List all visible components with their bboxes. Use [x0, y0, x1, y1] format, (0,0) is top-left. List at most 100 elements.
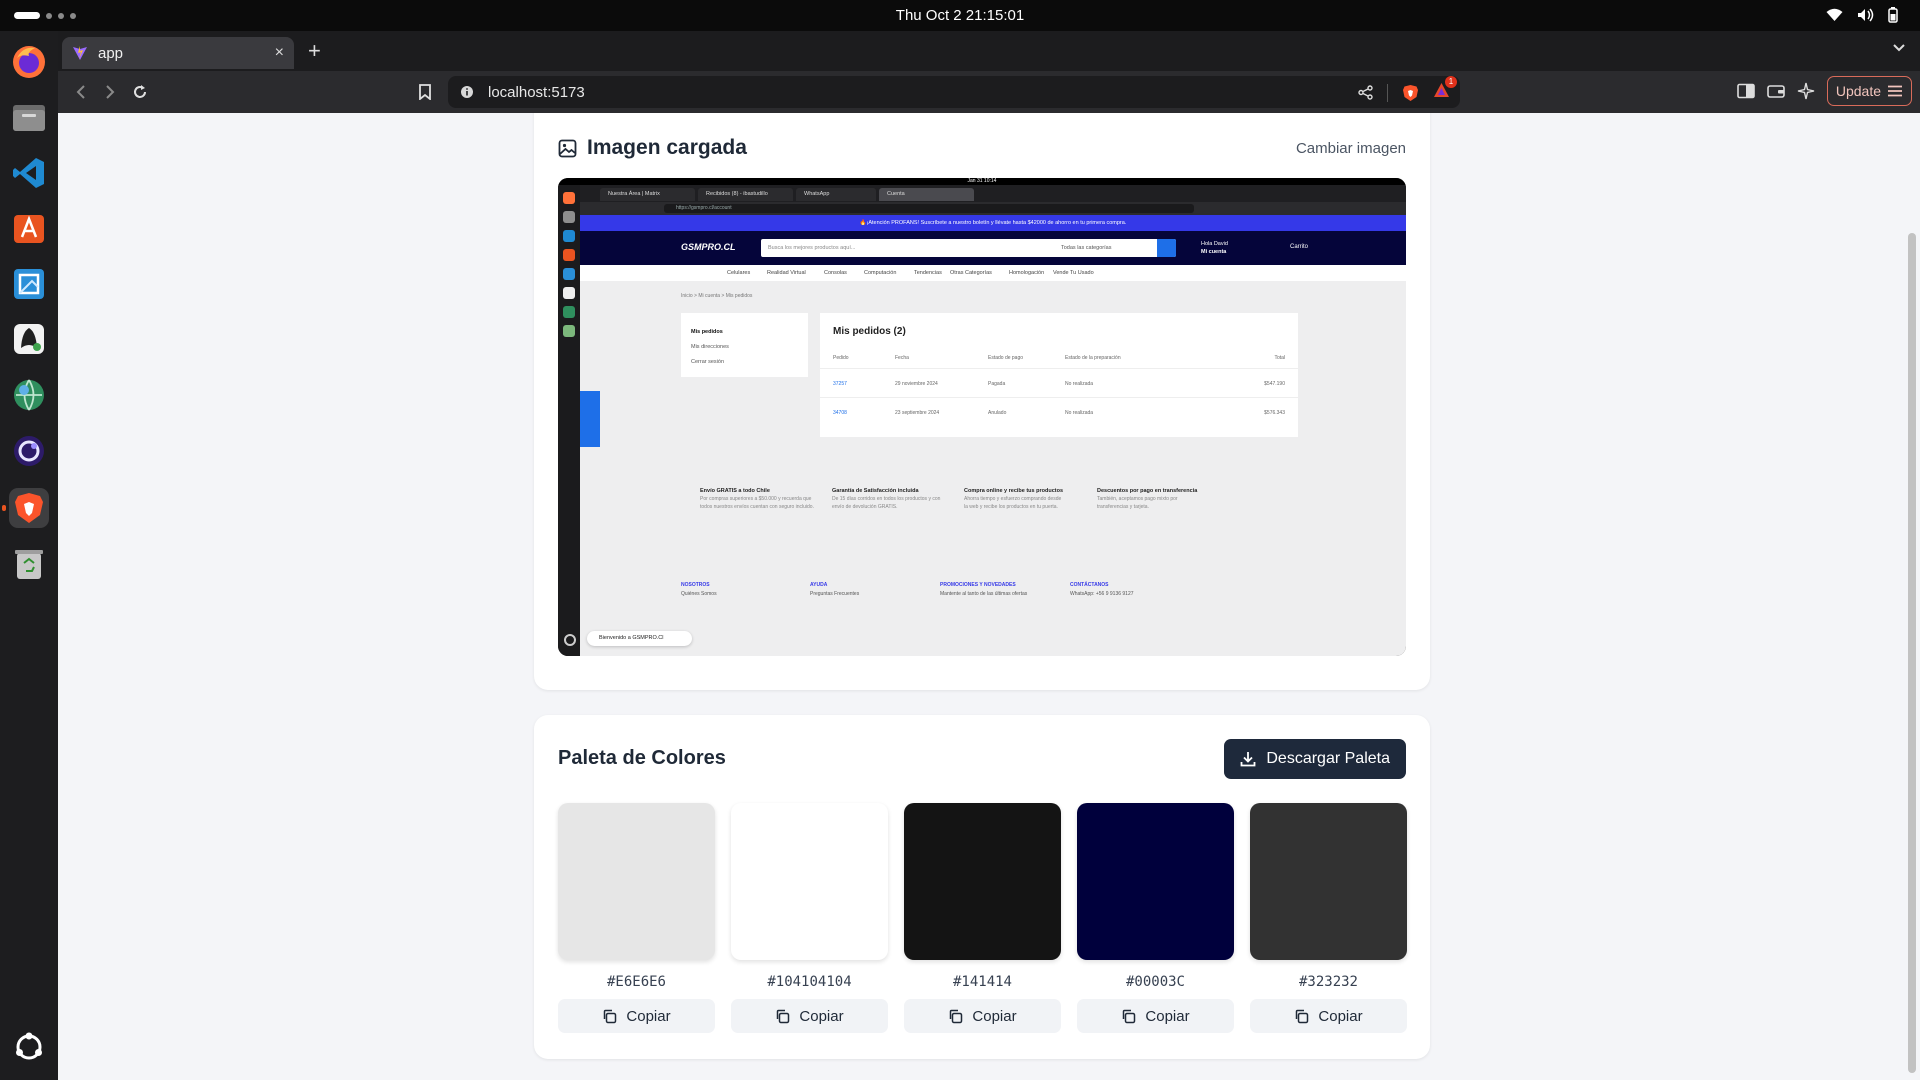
arrow-right-icon: [106, 85, 115, 99]
preview-clock: Jan 31 10:14: [967, 178, 997, 184]
copy-icon: [777, 1009, 790, 1023]
tab-strip: app × +: [58, 31, 1920, 71]
page-scrollbar[interactable]: [1908, 233, 1916, 1073]
hamburger-menu-icon: [1888, 85, 1902, 97]
arrow-left-icon: [76, 85, 85, 99]
preview-dock-app: [563, 325, 575, 337]
show-apps-icon[interactable]: [9, 1027, 49, 1067]
preview-tab: Nuestra Área | Matrix: [600, 188, 695, 201]
brave-shields-icon[interactable]: [1402, 84, 1419, 102]
palette-title: Paleta de Colores: [558, 747, 726, 769]
uploaded-image-header: Imagen cargada: [558, 136, 747, 160]
copy-color-button[interactable]: Copiar: [904, 999, 1061, 1033]
preview-footer-text: Quiénes Somos: [681, 591, 717, 597]
forward-button[interactable]: [99, 81, 121, 103]
color-swatch[interactable]: [731, 803, 888, 960]
preview-feature-title: Compra online y recibe tus productos: [964, 488, 1064, 494]
address-bar[interactable]: localhost:5173 1: [448, 76, 1460, 108]
preview-footer-col: PROMOCIONES Y NOVEDADES Mantente al tanto…: [940, 581, 1027, 599]
preview-dock-app: [563, 192, 575, 204]
leo-ai-icon[interactable]: [1797, 82, 1815, 100]
preview-col-header: Pedido: [833, 355, 849, 361]
system-clock[interactable]: Thu Oct 2 21:15:01: [0, 7, 1920, 24]
network-globe-icon[interactable]: [9, 375, 49, 415]
screenshot-tool-icon[interactable]: [9, 264, 49, 304]
preview-search-category: Todas las categorías: [1061, 245, 1112, 251]
swatch-column: #00003C Copiar: [1077, 803, 1234, 1033]
firefox-icon[interactable]: [9, 42, 49, 82]
preview-page-body: Inicio > Mi cuenta > Mis pedidos Mis ped…: [580, 281, 1406, 656]
preview-settings-icon: [564, 634, 576, 646]
preview-footer-col: CONTÁCTANOS WhatsApp: +56 9 9136 9127: [1070, 581, 1134, 599]
preview-order-cell: 34708: [833, 410, 847, 416]
files-icon[interactable]: [9, 97, 49, 137]
preview-dock-app: [563, 268, 575, 280]
swatch-column: #104104104 Copiar: [731, 803, 888, 1033]
color-swatch[interactable]: [1077, 803, 1234, 960]
wallet-icon[interactable]: [1767, 83, 1785, 99]
back-button[interactable]: [70, 81, 92, 103]
preview-order-cell: 29 noviembre 2024: [895, 381, 938, 387]
swatch-column: #141414 Copiar: [904, 803, 1061, 1033]
preview-cart: Carrito: [1290, 244, 1309, 250]
volume-icon: [1858, 8, 1874, 22]
preview-feature-title: Garantía de Satisfacción incluida: [832, 488, 919, 494]
preview-order-cell: 37257: [833, 381, 847, 387]
preview-feature-text: Ahorra tiempo y esfuerzo comprando desde…: [964, 496, 1062, 510]
preview-side-item: Mis direcciones: [691, 344, 729, 350]
preview-footer-title: AYUDA: [810, 582, 828, 588]
update-label: Update: [1835, 83, 1881, 99]
preview-menu-item: Computación: [864, 270, 897, 276]
preview-col-header: Fecha: [895, 355, 909, 361]
preview-feature-text: Por compras superiores a $50.000 y recue…: [700, 496, 814, 510]
swatch-column: #323232 Copiar: [1250, 803, 1407, 1033]
preview-breadcrumb: Inicio > Mi cuenta > Mis pedidos: [681, 293, 753, 299]
obs-studio-icon[interactable]: [9, 431, 49, 471]
copy-color-button[interactable]: Copiar: [731, 999, 888, 1033]
sidebar-toggle-icon[interactable]: [1737, 83, 1755, 99]
change-image-button[interactable]: Cambiar imagen: [1296, 140, 1406, 157]
preview-order-cell: No realizada: [1065, 410, 1094, 416]
color-swatch[interactable]: [558, 803, 715, 960]
brave-rewards-button[interactable]: 1: [1433, 76, 1457, 103]
chevron-down-icon[interactable]: [1892, 43, 1906, 53]
preview-search-button: [1157, 239, 1176, 257]
tab-app[interactable]: app ×: [62, 37, 294, 69]
separator: [1387, 83, 1388, 102]
preview-menu-item: Realidad Virtual: [767, 270, 806, 276]
divider: [820, 397, 1298, 398]
vscode-icon[interactable]: [9, 153, 49, 193]
software-center-icon[interactable]: [9, 208, 49, 248]
color-palette-card: Paleta de Colores Descargar Paleta #E6E6…: [534, 715, 1430, 1059]
preview-order-cell: Pagada: [988, 381, 1006, 387]
swatch-hex-label: #104104104: [767, 974, 852, 990]
color-swatch[interactable]: [1250, 803, 1407, 960]
system-tray[interactable]: [1826, 7, 1898, 23]
bookmark-button[interactable]: [414, 81, 436, 103]
preview-side-item: Mis pedidos: [691, 329, 723, 335]
copy-color-button[interactable]: Copiar: [1250, 999, 1407, 1033]
preview-dock-app: [563, 249, 575, 261]
preview-feature-text: De 15 días corridos en todos los product…: [832, 496, 941, 510]
preview-feature: Envío GRATIS a todo Chile Por compras sup…: [700, 487, 820, 511]
copy-color-button[interactable]: Copiar: [558, 999, 715, 1033]
reload-button[interactable]: [129, 81, 151, 103]
page-viewport[interactable]: Imagen cargada Cambiar imagen Jan 31 10:…: [58, 113, 1920, 1080]
brave-browser-icon[interactable]: [2, 488, 49, 528]
share-icon[interactable]: [1358, 85, 1373, 100]
update-button[interactable]: Update: [1826, 76, 1912, 106]
new-tab-button[interactable]: +: [308, 40, 321, 62]
url-text[interactable]: localhost:5173: [488, 84, 585, 101]
inkscape-icon[interactable]: [9, 319, 49, 359]
copy-color-button[interactable]: Copiar: [1077, 999, 1234, 1033]
preview-orders-panel: Mis pedidos (2) Pedido Fecha Estado de p…: [820, 313, 1298, 437]
preview-col-header: Estado de la preparación: [1065, 355, 1121, 361]
color-swatch[interactable]: [904, 803, 1061, 960]
preview-account-menu: Mis pedidos Mis direcciones Cerrar sesió…: [681, 313, 808, 377]
trash-icon[interactable]: [9, 544, 49, 584]
site-info-icon[interactable]: [460, 85, 474, 99]
copy-icon: [604, 1009, 617, 1023]
tab-close-button[interactable]: ×: [275, 44, 284, 62]
download-palette-button[interactable]: Descargar Paleta: [1224, 739, 1406, 779]
preview-welcome-toast: Bienvenido a GSMPRO.Cl: [587, 631, 692, 646]
